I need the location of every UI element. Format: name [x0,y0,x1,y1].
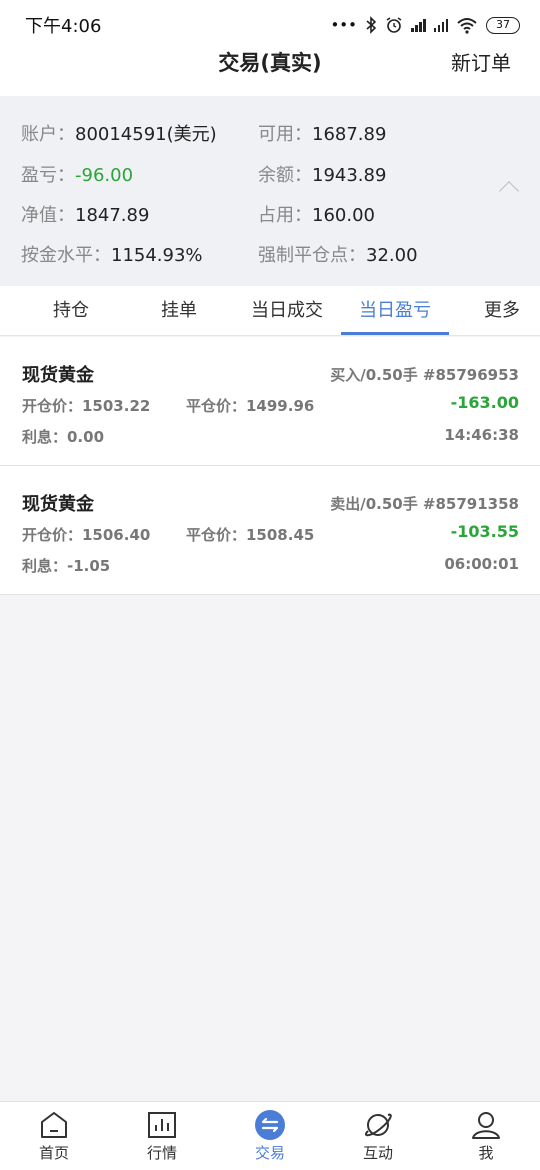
order-open-price: 开仓价：1506.40 [22,526,151,544]
order-row[interactable]: 现货黄金 卖出/0.50手 #85791358 开仓价：1506.40 平仓价：… [0,466,540,595]
equity-value: 1847.89 [75,205,150,226]
trade-icon [255,1110,285,1140]
balance-label: 余额： [258,165,312,186]
available-value: 1687.89 [312,124,387,145]
order-list: 现货黄金 买入/0.50手 #85796953 开仓价：1503.22 平仓价：… [0,337,540,595]
order-side-ticket: 买入/0.50手 #85796953 [330,366,519,384]
nav-home[interactable]: 首页 [0,1102,108,1170]
stop-out: 强制平仓点：32.00 [258,241,418,267]
collapse-chevron-icon[interactable] [499,181,519,201]
nav-interact[interactable]: 互动 [324,1102,432,1170]
active-tab-indicator [341,332,449,335]
status-time: 下午4:06 [25,16,102,37]
bottom-nav: 首页 行情 交易 互动 我 [0,1101,540,1170]
planet-icon [364,1113,392,1137]
user-icon [472,1112,500,1139]
nav-trade-label: 交易 [254,1144,285,1162]
signal-icon [411,18,426,32]
wifi-icon [457,18,477,34]
equity: 净值：1847.89 [21,201,149,227]
balance: 余额：1943.89 [258,161,386,187]
order-profit: -103.55 [450,522,519,541]
order-symbol: 现货黄金 [22,365,94,386]
order-time: 14:46:38 [444,426,519,444]
tab-today-pl[interactable]: 当日盈亏 [341,286,449,336]
order-close-price: 平仓价：1499.96 [186,397,315,415]
trade-tabs: 持仓 挂单 当日成交 当日盈亏 更多 [0,286,540,336]
nav-me-label: 我 [478,1144,494,1162]
chart-icon [148,1112,176,1138]
nav-bar: 交易(真实) 新订单 [0,50,540,96]
tab-today-deals[interactable]: 当日成交 [233,286,341,336]
order-open-price: 开仓价：1503.22 [22,397,151,415]
equity-label: 净值： [21,205,75,226]
nav-trade[interactable]: 交易 [216,1102,324,1170]
profit-loss: 盈亏：-96.00 [21,161,133,187]
battery-icon: 37 [486,16,520,34]
balance-value: 1943.89 [312,165,387,186]
account-id: 账户：80014591(美元) [21,120,217,146]
nav-home-label: 首页 [38,1144,69,1162]
order-time: 06:00:01 [444,555,519,573]
profit-loss-value: -96.00 [75,165,134,186]
margin-level-label: 按金水平： [21,245,111,266]
order-symbol: 现货黄金 [22,494,94,515]
account-summary: 账户：80014591(美元) 可用：1687.89 盈亏：-96.00 余额：… [0,96,540,286]
order-side-ticket: 卖出/0.50手 #85791358 [330,495,519,513]
order-row[interactable]: 现货黄金 买入/0.50手 #85796953 开仓价：1503.22 平仓价：… [0,337,540,466]
nav-market-label: 行情 [146,1144,177,1162]
tab-positions[interactable]: 持仓 [17,286,125,336]
new-order-button[interactable]: 新订单 [451,50,511,76]
bluetooth-icon [366,16,377,34]
nav-me[interactable]: 我 [432,1102,540,1170]
stop-out-value: 32.00 [366,245,418,266]
margin: 占用：160.00 [258,201,375,227]
order-profit: -163.00 [450,393,519,412]
order-interest: 利息：0.00 [22,428,105,446]
home-icon [41,1112,67,1138]
nav-interact-label: 互动 [362,1144,393,1162]
nav-market[interactable]: 行情 [108,1102,216,1170]
more-dots-icon: ••• [330,16,357,34]
margin-level-value: 1154.93% [111,245,203,266]
alarm-icon [386,17,402,33]
status-bar: 下午4:06 ••• 37 [0,0,540,50]
order-interest: 利息：-1.05 [22,557,111,575]
available-label: 可用： [258,124,312,145]
tab-more[interactable]: 更多 [470,286,534,336]
margin-value: 160.00 [312,205,375,226]
stop-out-label: 强制平仓点： [258,245,366,266]
account-id-label: 账户： [21,124,75,145]
tab-pending[interactable]: 挂单 [125,286,233,336]
account-id-value: 80014591(美元) [75,124,217,145]
margin-label: 占用： [258,205,312,226]
profit-loss-label: 盈亏： [21,165,75,186]
order-close-price: 平仓价：1508.45 [186,526,315,544]
available: 可用：1687.89 [258,120,386,146]
status-icons: ••• 37 [330,16,520,34]
signal-icon-2 [433,18,448,32]
margin-level: 按金水平：1154.93% [21,241,203,267]
